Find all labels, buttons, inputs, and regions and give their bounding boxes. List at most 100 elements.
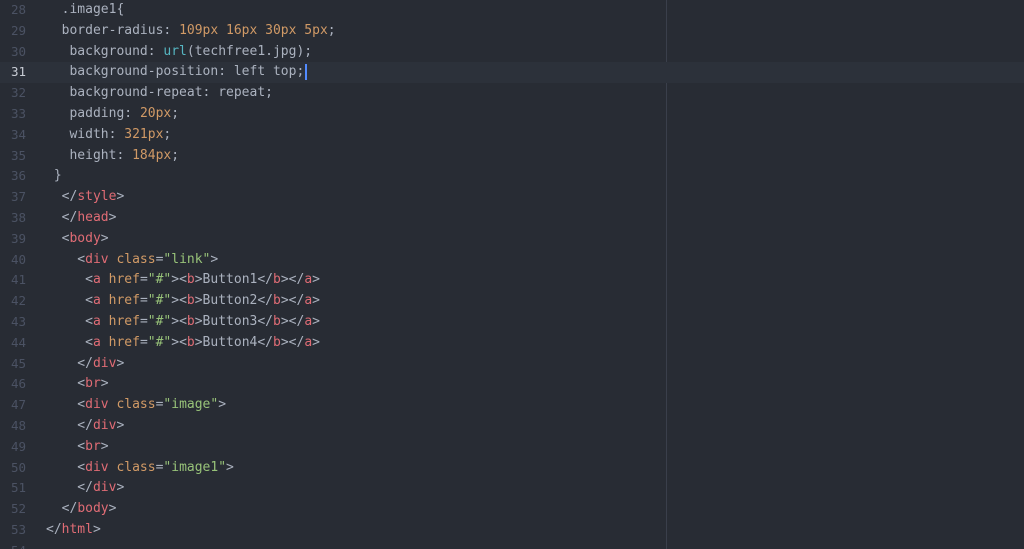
code-text[interactable]: padding: 20px; (46, 104, 1024, 125)
code-line[interactable]: 53 </html> (0, 520, 1024, 541)
code-line[interactable]: 28 .image1{ (0, 0, 1024, 21)
code-line[interactable]: 41 <a href="#"><b>Button1</b></a> (0, 270, 1024, 291)
code-line[interactable]: 45 </div> (0, 354, 1024, 375)
code-text[interactable]: width: 321px; (46, 125, 1024, 146)
code-token: : repeat; (202, 85, 273, 101)
code-token: </ (46, 209, 78, 225)
code-text[interactable]: </body> (46, 499, 1024, 520)
code-text[interactable]: <div class="image"> (46, 395, 1024, 416)
code-editor[interactable]: 28 .image1{29 border-radius: 109px 16px … (0, 0, 1024, 549)
code-line[interactable]: 33 padding: 20px; (0, 104, 1024, 125)
code-text[interactable]: </div> (46, 478, 1024, 499)
code-token: > (226, 459, 234, 475)
code-line[interactable]: 37 </style> (0, 187, 1024, 208)
code-token: html (61, 521, 93, 537)
code-text[interactable]: .image1{ (46, 0, 1024, 21)
code-token: } (46, 168, 62, 184)
code-token: width (46, 126, 109, 142)
code-token: < (46, 293, 93, 309)
code-token: b (273, 313, 281, 329)
code-line[interactable]: 52 </body> (0, 499, 1024, 520)
code-text[interactable]: background-repeat: repeat; (46, 83, 1024, 104)
code-text[interactable]: <a href="#"><b>Button4</b></a> (46, 333, 1024, 354)
line-number: 47 (10, 397, 26, 413)
code-token: ></ (280, 272, 305, 288)
code-line[interactable]: 30 background: url(techfree1.jpg); (0, 42, 1024, 63)
code-text[interactable]: <a href="#"><b>Button3</b></a> (46, 312, 1024, 333)
code-line[interactable]: 36 } (0, 166, 1024, 187)
code-text[interactable]: <body> (46, 229, 1024, 250)
code-line[interactable]: 51 </div> (0, 478, 1024, 499)
code-line[interactable]: 31 background-position: left top; (0, 62, 1024, 84)
code-line[interactable]: 50 <div class="image1"> (0, 458, 1024, 479)
code-line[interactable]: 32 background-repeat: repeat; (0, 83, 1024, 104)
code-token: a (304, 313, 313, 329)
code-text[interactable]: <a href="#"><b>Button1</b></a> (46, 270, 1024, 291)
code-token: </ (46, 501, 78, 517)
code-text[interactable]: <br> (46, 374, 1024, 395)
code-line[interactable]: 43 <a href="#"><b>Button3</b></a> (0, 312, 1024, 333)
code-text[interactable]: <br> (46, 437, 1024, 458)
text-cursor (305, 63, 308, 80)
code-text[interactable]: </html> (46, 520, 1024, 541)
code-token: = (139, 313, 148, 329)
code-token: </ (46, 189, 78, 205)
code-line[interactable]: 29 border-radius: 109px 16px 30px 5px; (0, 21, 1024, 42)
code-token: body (77, 501, 109, 517)
code-token: > (100, 438, 109, 454)
code-line[interactable]: 40 <div class="link"> (0, 250, 1024, 271)
code-token: < (46, 251, 86, 267)
code-line[interactable]: 48 </div> (0, 416, 1024, 437)
code-line[interactable]: 54 (0, 541, 1024, 549)
code-text[interactable]: border-radius: 109px 16px 30px 5px; (46, 21, 1024, 42)
code-text[interactable]: </head> (46, 208, 1024, 229)
code-line[interactable]: 35 height: 184px; (0, 146, 1024, 167)
line-number: 46 (10, 376, 26, 392)
code-token: </ (46, 521, 62, 537)
code-token: < (46, 397, 86, 413)
code-token: "image" (163, 397, 219, 413)
code-token: a (92, 313, 101, 329)
code-token: ; (327, 22, 336, 38)
code-text[interactable]: <div class="image1"> (46, 458, 1024, 479)
line-number: 34 (10, 126, 26, 142)
code-token: < (46, 313, 93, 329)
code-line[interactable]: 44 <a href="#"><b>Button4</b></a> (0, 333, 1024, 354)
code-text[interactable]: </div> (46, 354, 1024, 375)
code-token: >Button3</ (194, 313, 274, 329)
code-token: >< (171, 293, 187, 309)
line-number: 38 (10, 209, 26, 225)
code-text[interactable]: background-position: left top; (46, 62, 1024, 83)
code-lines[interactable]: 28 .image1{29 border-radius: 109px 16px … (0, 0, 1024, 549)
code-token: "image1" (163, 459, 227, 475)
code-token: </ (46, 355, 93, 371)
code-token: > (312, 313, 320, 329)
code-token: "#" (147, 272, 172, 288)
code-line[interactable]: 49 <br> (0, 437, 1024, 458)
code-token: : (147, 43, 164, 59)
code-line[interactable]: 38 </head> (0, 208, 1024, 229)
code-text[interactable]: height: 184px; (46, 146, 1024, 167)
code-token: body (69, 230, 101, 246)
line-number: 31 (10, 64, 26, 80)
code-token: div (85, 251, 109, 267)
code-text[interactable]: <a href="#"><b>Button2</b></a> (46, 291, 1024, 312)
code-text[interactable]: background: url(techfree1.jpg); (46, 42, 1024, 63)
code-line[interactable]: 46 <br> (0, 374, 1024, 395)
code-text[interactable]: </div> (46, 416, 1024, 437)
code-line[interactable]: 39 <body> (0, 229, 1024, 250)
code-line[interactable]: 42 <a href="#"><b>Button2</b></a> (0, 291, 1024, 312)
code-token: > (116, 189, 125, 205)
code-line[interactable]: 34 width: 321px; (0, 125, 1024, 146)
code-text[interactable]: </style> (46, 187, 1024, 208)
code-token: background-repeat (46, 85, 203, 101)
line-number: 50 (10, 459, 26, 475)
code-token: "#" (147, 334, 172, 350)
code-text[interactable]: } (46, 166, 1024, 187)
code-token: > (116, 355, 125, 371)
code-text[interactable]: <div class="link"> (46, 250, 1024, 271)
line-number: 41 (10, 272, 26, 288)
code-line[interactable]: 47 <div class="image"> (0, 395, 1024, 416)
